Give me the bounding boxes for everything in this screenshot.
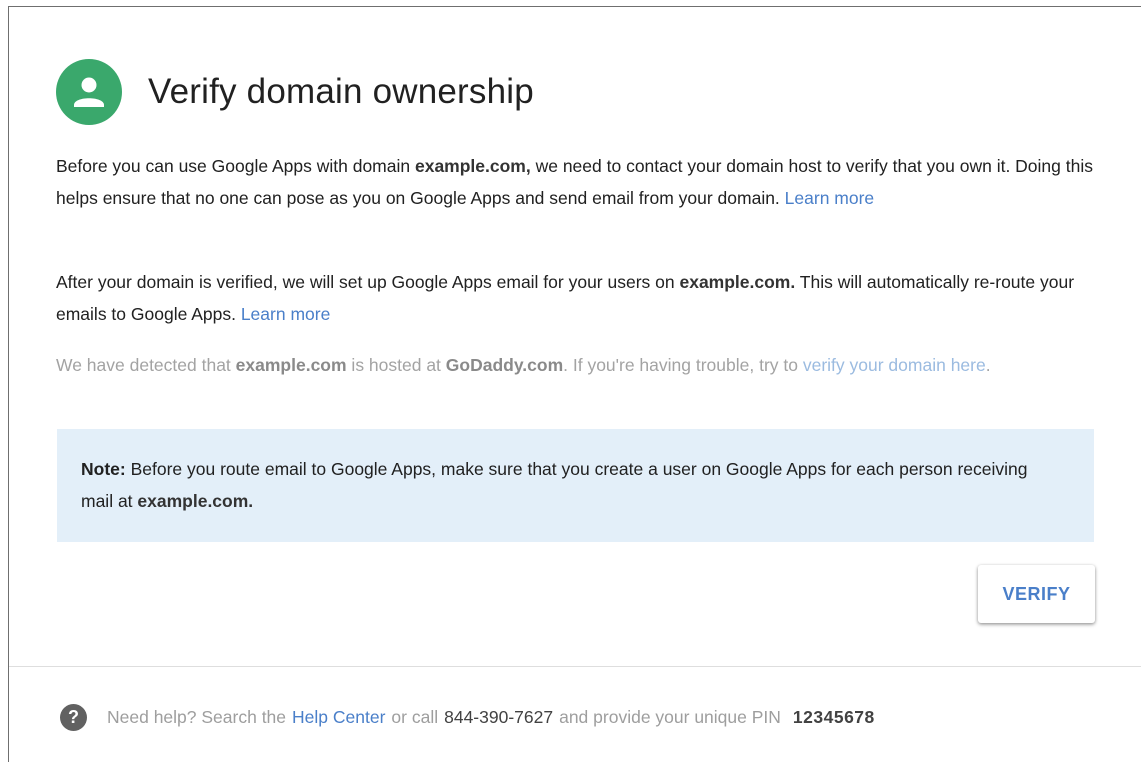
- domain-name: example.com.: [679, 272, 796, 292]
- help-text: Need help? Search the: [107, 707, 287, 727]
- host-name: GoDaddy.com: [445, 355, 564, 375]
- person-glyph: [74, 77, 104, 107]
- learn-more-link[interactable]: Learn more: [785, 188, 875, 208]
- help-text-cont: and provide your unique PIN: [559, 707, 781, 727]
- header: Verify domain ownership: [56, 59, 534, 125]
- intro-paragraph: Before you can use Google Apps with doma…: [56, 150, 1106, 214]
- host-text-mid: is hosted at: [346, 355, 446, 375]
- host-detected-paragraph: We have detected that example.com is hos…: [56, 349, 1106, 381]
- person-icon: [56, 59, 122, 125]
- note-box: Note: Before you route email to Google A…: [57, 429, 1094, 542]
- learn-more-link[interactable]: Learn more: [241, 304, 331, 324]
- help-text-mid: or call: [391, 707, 439, 727]
- domain-name: example.com.: [137, 491, 254, 511]
- host-text: We have detected that: [56, 355, 236, 375]
- divider: [9, 666, 1141, 667]
- help-footer: ? Need help? Search the Help Center or c…: [60, 704, 875, 731]
- host-text-end: .: [985, 355, 991, 375]
- verify-button[interactable]: VERIFY: [978, 565, 1095, 623]
- help-icon[interactable]: ?: [60, 704, 87, 731]
- help-center-link[interactable]: Help Center: [292, 707, 385, 728]
- verify-domain-here-link[interactable]: verify your domain here: [803, 355, 986, 375]
- host-text-cont: . If you're having trouble, try to: [563, 355, 803, 375]
- note-label: Note:: [81, 459, 126, 479]
- domain-name: example.com: [235, 355, 347, 375]
- phone-number: 844-390-7627: [444, 707, 554, 727]
- page-title: Verify domain ownership: [148, 72, 534, 111]
- pin-number: 12345678: [792, 707, 875, 727]
- verified-text: After your domain is verified, we will s…: [56, 272, 680, 292]
- verify-domain-card: Verify domain ownership Before you can u…: [8, 6, 1141, 762]
- domain-name: example.com,: [414, 156, 531, 176]
- intro-text: Before you can use Google Apps with doma…: [56, 156, 415, 176]
- verified-paragraph: After your domain is verified, we will s…: [56, 266, 1106, 330]
